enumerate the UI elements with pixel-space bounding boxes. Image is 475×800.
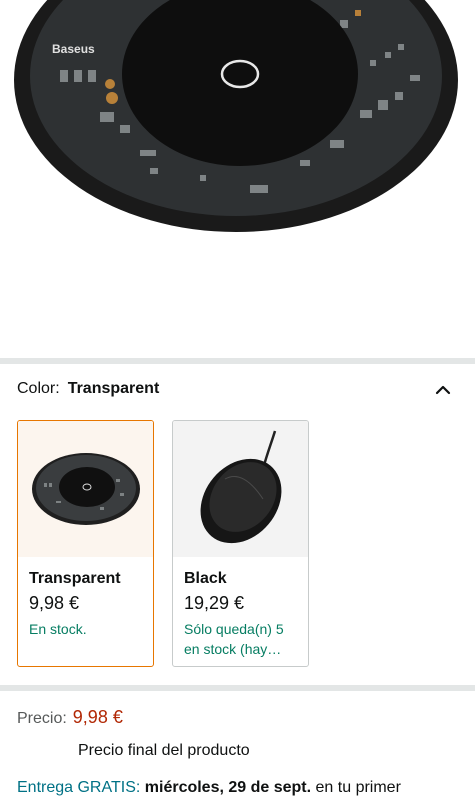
option-price: 19,29 € [184,593,245,613]
price-value: 9,98 € [72,707,123,727]
option-thumbnail [173,421,308,557]
option-price: 9,98 € [29,593,80,613]
selected-color: Transparent [67,380,160,397]
transparent-charger-thumb [31,453,140,525]
divider [0,685,475,691]
free-delivery-link[interactable]: Entrega GRATIS: [17,779,140,796]
delivery-suffix: en tu primer [315,779,401,796]
color-option-transparent[interactable]: Transparent 9,98 € En stock. [17,420,154,667]
color-option-black[interactable]: Black 19,29 € Sólo queda(n) 5 en stock (… [172,420,309,667]
product-image[interactable]: Baseus [0,0,475,358]
price-row: Precio: 9,98 € [17,707,123,728]
brand-logo: Baseus [52,42,95,56]
variation-header[interactable]: Color: Transparent [17,380,455,402]
option-thumbnail [18,421,153,557]
option-stock: Sólo queda(n) 5 en stock (hay… [184,621,284,657]
option-stock: En stock. [29,621,87,637]
delivery-date: miércoles, 29 de sept. [144,779,312,796]
price-note: Precio final del producto [78,742,250,759]
black-charger-thumb [200,430,281,544]
divider [0,358,475,364]
option-name: Black [184,570,227,587]
delivery-row: Entrega GRATIS: miércoles, 29 de sept. e… [17,779,401,797]
chevron-up-icon[interactable] [431,378,455,402]
wireless-charger-image: Baseus [14,0,458,232]
price-label: Precio: [17,710,67,727]
color-label: Color: [17,380,60,397]
option-name: Transparent [29,570,121,587]
